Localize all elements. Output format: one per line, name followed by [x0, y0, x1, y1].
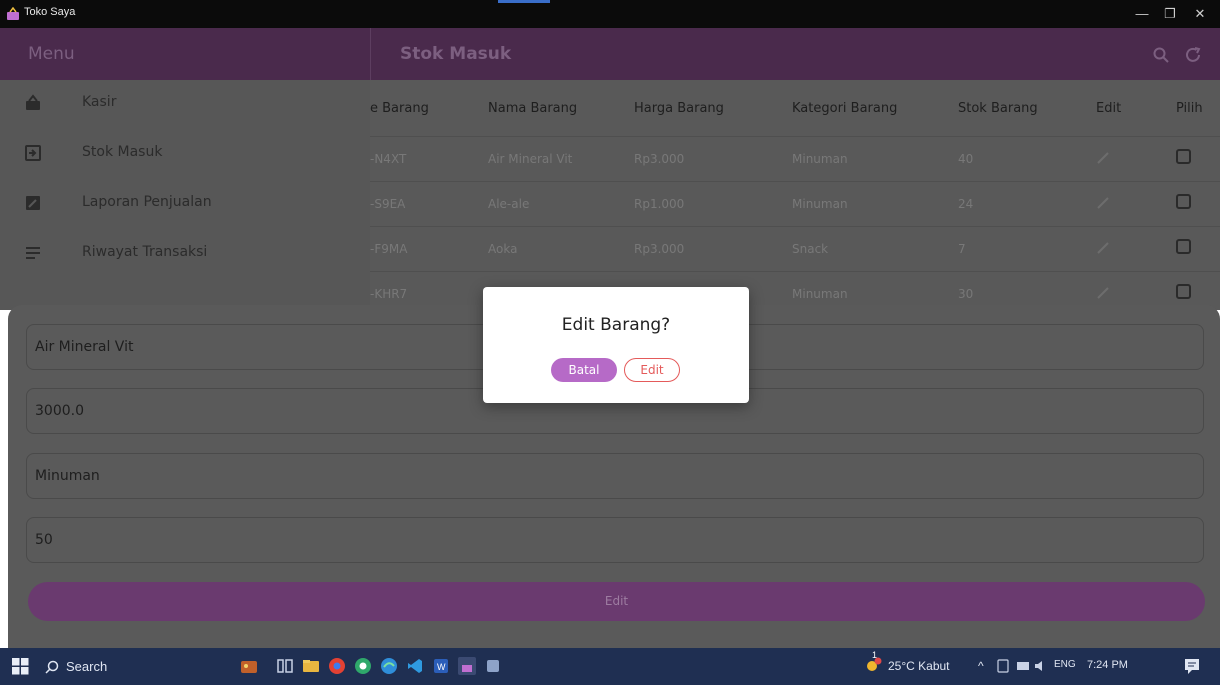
search-icon: [45, 660, 59, 674]
cell-stok: 24: [958, 197, 974, 211]
notification-icon[interactable]: [1183, 657, 1201, 675]
drawer-item-label: Laporan Penjualan: [82, 194, 212, 210]
pencil-icon[interactable]: [1096, 241, 1110, 255]
list-icon: [26, 247, 40, 259]
stok-barang-field[interactable]: 50: [26, 517, 1204, 563]
stok-barang-value: 50: [35, 532, 53, 548]
submit-edit-button[interactable]: Edit: [28, 582, 1205, 621]
column-header-pilih: Pilih: [1176, 101, 1203, 116]
svg-text:W: W: [437, 662, 446, 672]
tablet-icon[interactable]: [996, 659, 1010, 673]
cell-harga: Rp3.000: [634, 152, 685, 166]
header-divider: [370, 28, 371, 80]
cell-kategori: Snack: [792, 242, 829, 256]
pencil-icon[interactable]: [1096, 196, 1110, 210]
drawer-item-label: Kasir: [82, 94, 117, 110]
cell-kode: -F9MA: [370, 242, 408, 256]
login-icon: [25, 145, 41, 161]
harga-barang-value: 3000.0: [35, 403, 84, 419]
table-row[interactable]: -S9EA Ale-ale Rp1.000 Minuman 24: [370, 181, 1220, 226]
title-bar-accent: [498, 0, 550, 3]
confirm-edit-dialog: Edit Barang? Batal Edit: [483, 287, 749, 403]
cell-stok: 30: [958, 287, 974, 301]
taskbar-search[interactable]: Search: [38, 655, 218, 679]
stock-table: e Barang Nama Barang Harga Barang Katego…: [370, 80, 1220, 310]
network-icon[interactable]: [1016, 659, 1030, 673]
language-indicator[interactable]: ENG: [1054, 659, 1076, 670]
select-checkbox[interactable]: [1176, 284, 1191, 299]
file-explorer-icon[interactable]: [302, 657, 320, 675]
select-checkbox[interactable]: [1176, 194, 1191, 209]
table-row[interactable]: -F9MA Aoka Rp3.000 Snack 7: [370, 226, 1220, 271]
maximize-button[interactable]: ❐: [1160, 4, 1180, 24]
cell-stok: 7: [958, 242, 966, 256]
chevron-up-icon[interactable]: ^: [978, 659, 984, 673]
app-basket-icon: [7, 7, 19, 20]
windows-taskbar: Search W 1 25°C Kabut ^ ENG 7:24 PM: [0, 648, 1220, 685]
column-header-edit: Edit: [1096, 101, 1122, 116]
dialog-title: Edit Barang?: [561, 315, 671, 335]
cell-nama: Aoka: [488, 242, 518, 256]
column-header-kode: e Barang: [370, 101, 429, 116]
kategori-barang-value: Minuman: [35, 468, 100, 484]
widgets-icon[interactable]: [240, 657, 258, 675]
clock[interactable]: 7:24 PM: [1087, 659, 1128, 671]
drawer-item-stok-masuk[interactable]: Stok Masuk: [0, 134, 370, 174]
nama-barang-value: Air Mineral Vit: [35, 339, 134, 355]
confirm-edit-button[interactable]: Edit: [624, 358, 680, 382]
task-view-icon[interactable]: [276, 657, 294, 675]
minimize-button[interactable]: —: [1132, 4, 1152, 24]
column-header-kategori: Kategori Barang: [792, 101, 898, 116]
edit-note-icon: [26, 196, 40, 210]
drawer-title: Menu: [28, 44, 75, 64]
column-header-nama: Nama Barang: [488, 101, 578, 116]
drawer-item-label: Riwayat Transaksi: [82, 244, 208, 260]
drawer-item-laporan-penjualan[interactable]: Laporan Penjualan: [0, 184, 370, 224]
window-title-bar: Toko Saya — ❐ ✕: [0, 0, 1220, 28]
cancel-button[interactable]: Batal: [551, 358, 617, 382]
close-button[interactable]: ✕: [1190, 4, 1210, 24]
select-checkbox[interactable]: [1176, 239, 1191, 254]
chrome-icon[interactable]: [328, 657, 346, 675]
windows-start-icon[interactable]: [12, 658, 29, 675]
cell-harga: Rp3.000: [634, 242, 685, 256]
cell-harga: Rp1.000: [634, 197, 685, 211]
refresh-icon[interactable]: [1184, 46, 1202, 64]
cell-kategori: Minuman: [792, 287, 848, 301]
column-header-stok: Stok Barang: [958, 101, 1038, 116]
cell-kode: -N4XT: [370, 152, 407, 166]
basket-icon: [26, 94, 40, 110]
volume-icon[interactable]: [1034, 659, 1048, 673]
column-header-harga: Harga Barang: [634, 101, 724, 116]
table-row[interactable]: -N4XT Air Mineral Vit Rp3.000 Minuman 40: [370, 136, 1220, 181]
pencil-icon[interactable]: [1096, 151, 1110, 165]
kategori-barang-field[interactable]: Minuman: [26, 453, 1204, 499]
vscode-icon[interactable]: [406, 657, 424, 675]
select-checkbox[interactable]: [1176, 149, 1191, 164]
cell-stok: 40: [958, 152, 974, 166]
page-title: Stok Masuk: [400, 44, 512, 64]
pencil-icon[interactable]: [1096, 286, 1110, 300]
edge-icon[interactable]: [380, 657, 398, 675]
app-header: Menu Stok Masuk: [0, 28, 1220, 80]
cell-kode: -KHR7: [370, 287, 408, 301]
toko-saya-app-icon[interactable]: [458, 657, 476, 675]
notification-badge: 1: [872, 650, 878, 660]
browser-icon[interactable]: [354, 657, 372, 675]
drawer-item-kasir[interactable]: Kasir: [0, 84, 370, 124]
drawer-item-riwayat-transaksi[interactable]: Riwayat Transaksi: [0, 234, 370, 274]
cell-kategori: Minuman: [792, 197, 848, 211]
drawer-item-label: Stok Masuk: [82, 144, 163, 160]
cell-nama: Ale-ale: [488, 197, 530, 211]
cell-kode: -S9EA: [370, 197, 406, 211]
navigation-drawer: Kasir Stok Masuk Laporan Penjualan Riway…: [0, 80, 370, 310]
word-icon[interactable]: W: [432, 657, 450, 675]
app-icon[interactable]: [484, 657, 502, 675]
search-icon[interactable]: [1152, 46, 1170, 64]
weather-text[interactable]: 25°C Kabut: [888, 659, 950, 673]
cell-nama: Air Mineral Vit: [488, 152, 573, 166]
search-label: Search: [66, 659, 108, 674]
cell-kategori: Minuman: [792, 152, 848, 166]
window-title: Toko Saya: [24, 6, 76, 18]
